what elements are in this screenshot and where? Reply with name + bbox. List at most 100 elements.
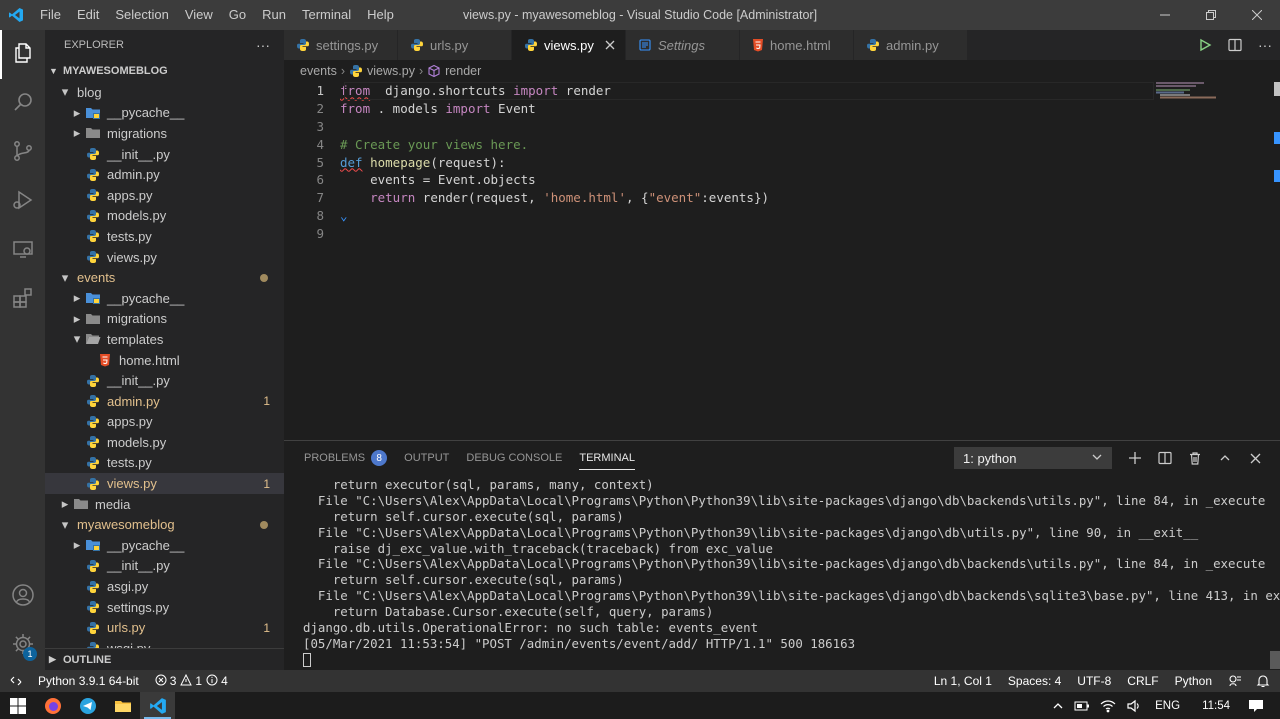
search-activity-button[interactable] xyxy=(0,79,45,128)
tab-terminal[interactable]: TERMINAL xyxy=(579,441,635,475)
tree-item[interactable]: ▸ __pycache__ xyxy=(45,535,284,556)
tab-home-html[interactable]: home.html xyxy=(740,30,854,60)
volume-icon[interactable] xyxy=(1121,699,1147,713)
trash-icon[interactable] xyxy=(1180,447,1210,469)
input-language[interactable]: ENG xyxy=(1147,700,1188,712)
terminal-output[interactable]: return executor(sql, params, many, conte… xyxy=(303,477,1280,668)
menu-view[interactable]: View xyxy=(177,0,221,30)
tree-item[interactable]: home.html xyxy=(45,350,284,371)
tree-item[interactable]: __init__.py xyxy=(45,370,284,391)
tree-item[interactable]: tests.py xyxy=(45,453,284,474)
breadcrumb-symbol[interactable]: render xyxy=(445,64,481,78)
tab-settings-py[interactable]: settings.py xyxy=(284,30,398,60)
tree-item[interactable]: ▸ __pycache__ xyxy=(45,288,284,309)
more-actions-icon[interactable]: ··· xyxy=(256,37,270,53)
menu-terminal[interactable]: Terminal xyxy=(294,0,359,30)
tree-item[interactable]: __init__.py xyxy=(45,556,284,577)
code-editor[interactable]: 1 from django.shortcuts import render 2 fro… xyxy=(284,82,1280,440)
close-window-button[interactable] xyxy=(1234,0,1280,30)
tree-item[interactable]: ▸ migrations xyxy=(45,309,284,330)
menu-selection[interactable]: Selection xyxy=(107,0,176,30)
battery-icon[interactable] xyxy=(1069,700,1095,712)
close-tab-icon[interactable] xyxy=(605,38,615,53)
tab-settings[interactable]: Settings xyxy=(626,30,740,60)
tree-item[interactable]: admin.py xyxy=(45,164,284,185)
close-panel-button[interactable] xyxy=(1240,447,1270,469)
tree-item[interactable]: models.py xyxy=(45,432,284,453)
notifications-icon[interactable] xyxy=(1244,699,1280,713)
more-editor-actions-icon[interactable]: ··· xyxy=(1250,37,1280,53)
explorer-activity-button[interactable] xyxy=(0,30,45,79)
tree-item[interactable]: admin.py 1 xyxy=(45,391,284,412)
remote-explorer-activity-button[interactable] xyxy=(0,226,45,275)
wifi-icon[interactable] xyxy=(1095,699,1121,713)
tree-item[interactable]: apps.py xyxy=(45,185,284,206)
tab-urls-py[interactable]: urls.py xyxy=(398,30,512,60)
accounts-activity-button[interactable] xyxy=(0,572,45,621)
breadcrumb-file[interactable]: views.py xyxy=(367,64,415,78)
tree-item[interactable]: views.py 1 xyxy=(45,473,284,494)
cursor-position[interactable]: Ln 1, Col 1 xyxy=(926,674,1000,688)
menu-edit[interactable]: Edit xyxy=(69,0,107,30)
terminal-select[interactable]: 1: python xyxy=(954,447,1112,469)
start-button[interactable] xyxy=(0,692,35,719)
tab-debug-console[interactable]: DEBUG CONSOLE xyxy=(466,441,562,475)
workspace-section-header[interactable]: ▼ MYAWESOMEBLOG xyxy=(45,60,284,82)
maximize-panel-button[interactable] xyxy=(1210,447,1240,469)
tree-item[interactable]: ▾ templates xyxy=(45,329,284,350)
outline-section-header[interactable]: ▶ OUTLINE xyxy=(45,648,284,670)
split-editor-button[interactable] xyxy=(1220,37,1250,53)
menu-file[interactable]: File xyxy=(32,0,69,30)
file-explorer-taskbar-icon[interactable] xyxy=(105,692,140,719)
problems-summary[interactable]: 3 1 4 xyxy=(149,673,234,689)
chevron-up-icon[interactable] xyxy=(1047,700,1069,712)
tree-item[interactable]: views.py xyxy=(45,247,284,268)
indentation[interactable]: Spaces: 4 xyxy=(1000,674,1069,688)
source-control-activity-button[interactable] xyxy=(0,128,45,177)
feedback-icon[interactable] xyxy=(1220,674,1250,688)
firefox-taskbar-icon[interactable] xyxy=(35,692,70,719)
minimap[interactable] xyxy=(1156,82,1266,112)
telegram-taskbar-icon[interactable] xyxy=(70,692,105,719)
tree-item[interactable]: ▸ media xyxy=(45,494,284,515)
terminal-scrollbar[interactable] xyxy=(1270,651,1280,669)
tree-item[interactable]: ▸ __pycache__ xyxy=(45,103,284,124)
tree-item[interactable]: ▾ blog xyxy=(45,82,284,103)
tree-item[interactable]: ▸ migrations xyxy=(45,123,284,144)
breadcrumb-folder[interactable]: events xyxy=(300,64,337,78)
line-ending[interactable]: CRLF xyxy=(1119,674,1166,688)
run-python-button[interactable] xyxy=(1190,38,1220,52)
code-token: Event xyxy=(490,101,536,117)
encoding[interactable]: UTF-8 xyxy=(1069,674,1119,688)
menu-help[interactable]: Help xyxy=(359,0,402,30)
tree-item[interactable]: models.py xyxy=(45,206,284,227)
overview-ruler[interactable] xyxy=(1274,82,1280,440)
extensions-activity-button[interactable] xyxy=(0,275,45,324)
minimize-button[interactable] xyxy=(1142,0,1188,30)
tree-item[interactable]: asgi.py xyxy=(45,576,284,597)
tree-item[interactable]: __init__.py xyxy=(45,144,284,165)
tree-item[interactable]: tests.py xyxy=(45,226,284,247)
tree-item[interactable]: apps.py xyxy=(45,412,284,433)
tree-item[interactable]: ▾ events xyxy=(45,267,284,288)
tab-output[interactable]: OUTPUT xyxy=(404,441,449,475)
restore-button[interactable] xyxy=(1188,0,1234,30)
tab-views-py[interactable]: views.py xyxy=(512,30,626,60)
clock[interactable]: 11:54 xyxy=(1188,700,1244,712)
language-mode[interactable]: Python xyxy=(1167,674,1220,688)
split-terminal-button[interactable] xyxy=(1150,447,1180,469)
python-interpreter[interactable]: Python 3.9.1 64-bit xyxy=(32,674,145,688)
manage-activity-button[interactable]: 1 xyxy=(0,621,45,670)
menu-go[interactable]: Go xyxy=(221,0,254,30)
vscode-taskbar-icon[interactable] xyxy=(140,692,175,719)
bell-icon[interactable] xyxy=(1250,674,1280,688)
tree-item[interactable]: settings.py xyxy=(45,597,284,618)
run-debug-activity-button[interactable] xyxy=(0,177,45,226)
menu-run[interactable]: Run xyxy=(254,0,294,30)
tab-admin-py[interactable]: admin.py xyxy=(854,30,968,60)
new-terminal-button[interactable] xyxy=(1120,447,1150,469)
tree-item[interactable]: ▾ myawesomeblog xyxy=(45,514,284,535)
tab-problems[interactable]: PROBLEMS 8 xyxy=(304,441,388,475)
tree-item[interactable]: urls.py 1 xyxy=(45,617,284,638)
remote-indicator[interactable] xyxy=(0,670,32,692)
